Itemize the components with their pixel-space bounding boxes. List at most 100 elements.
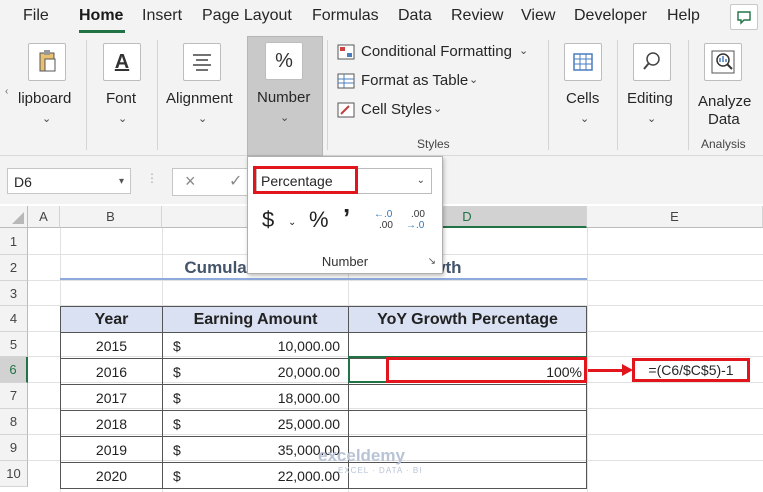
align-lines-icon [183,43,221,81]
styles-group-label: Styles [417,137,450,151]
percent-style-button[interactable]: % [309,207,329,233]
formula-input[interactable]: × ✓ [172,168,254,196]
row-header[interactable]: 1 [0,228,28,255]
paste-icon [28,43,66,81]
comments-button[interactable] [730,4,758,30]
currency-format-button[interactable]: $ [262,207,274,233]
decrease-decimal-button[interactable]: .00 →.0 [406,209,432,235]
tab-file[interactable]: File [23,7,49,25]
year-cell[interactable]: 2018 [60,410,163,437]
currency-symbol: $ [173,338,181,354]
chevron-down-icon: ⌄ [280,112,290,124]
group-divider [157,40,158,150]
analyze-data-button[interactable]: Analyze Data [692,40,758,130]
data-label: Data [708,111,740,128]
tab-insert[interactable]: Insert [142,7,182,25]
font-button[interactable]: A Font ⌄ [92,40,152,130]
currency-symbol: $ [173,364,181,380]
percent-icon: % [265,42,303,80]
search-icon [633,43,671,81]
enter-icon[interactable]: ✓ [229,171,242,191]
chevron-down-icon[interactable]: ▾ [119,169,124,195]
row-header[interactable]: 9 [0,435,28,461]
clipboard-label: lipboard [18,90,72,107]
number-label: Number [257,89,311,106]
growth-cell[interactable] [348,332,587,359]
title-underline [60,278,587,280]
tab-help[interactable]: Help [667,7,700,25]
amount-cell[interactable]: $22,000.00 [162,462,349,489]
tab-home[interactable]: Home [79,7,123,25]
decrease-decimal-icon: →.0 [406,220,425,231]
column-header[interactable]: E [587,206,763,228]
decrease-decimal-digits: .00 [411,209,425,220]
cancel-icon[interactable]: × [185,171,196,192]
year-cell[interactable]: 2019 [60,436,163,463]
alignment-button[interactable]: Alignment ⌄ [162,40,242,130]
format-as-table-button[interactable]: Format as Table ⌄ [336,71,496,93]
chevron-down-icon: ⌄ [42,113,52,125]
group-divider [617,40,618,150]
row-header[interactable]: 10 [0,461,28,487]
cell-styles-button[interactable]: Cell Styles ⌄ [336,100,466,122]
amount-cell[interactable]: $18,000.00 [162,384,349,411]
amount-value: 18,000.00 [277,390,340,406]
year-cell[interactable]: 2017 [60,384,163,411]
name-box[interactable]: D6 ▾ [7,168,131,194]
alignment-label: Alignment [166,90,233,107]
comment-icon [737,11,751,25]
row-header[interactable]: 7 [0,383,28,409]
column-header[interactable]: B [60,206,162,228]
arrow-icon [588,369,624,372]
comma-style-button[interactable]: ’ [343,203,350,234]
chevron-down-icon: ⌄ [433,103,443,115]
row-header[interactable]: 4 [0,306,28,332]
group-divider [86,40,87,150]
year-cell[interactable]: 2020 [60,462,163,489]
table-header[interactable]: Year [60,306,163,333]
amount-cell[interactable]: $10,000.00 [162,332,349,359]
menu-bar: File Home Insert Page Layout Formulas Da… [0,0,763,34]
amount-cell[interactable]: $25,000.00 [162,410,349,437]
row-header[interactable]: 3 [0,281,28,306]
active-tab-indicator [79,30,125,33]
row-header[interactable]: 2 [0,255,28,281]
row-header[interactable]: 8 [0,409,28,435]
table-row: 2018 $25,000.00 [60,410,587,437]
drag-handle-icon[interactable]: ⋮ [146,171,158,185]
ribbon-scroll-left-icon[interactable]: ‹ [5,86,8,97]
number-button[interactable]: % Number ⌄ [247,36,323,156]
highlight-box [386,357,587,383]
clipboard-button[interactable]: lipboard ⌄ [14,40,80,130]
amount-cell[interactable]: $20,000.00 [162,358,349,385]
growth-cell[interactable] [348,384,587,411]
tab-formulas[interactable]: Formulas [312,7,379,25]
row-header-selected[interactable]: 6 [0,357,28,383]
column-header[interactable]: A [28,206,60,228]
select-all-corner[interactable] [0,206,28,228]
currency-symbol: $ [173,416,181,432]
table-header[interactable]: YoY Growth Percentage [348,306,587,333]
table-header[interactable]: Earning Amount [162,306,349,333]
editing-button[interactable]: Editing ⌄ [622,40,680,130]
tab-page-layout[interactable]: Page Layout [202,7,292,25]
tab-developer[interactable]: Developer [574,7,647,25]
tab-view[interactable]: View [521,7,555,25]
table-row: 2017 $18,000.00 [60,384,587,411]
cell-styles-label: Cell Styles [361,101,432,118]
row-header[interactable]: 5 [0,332,28,357]
dialog-launcher-icon[interactable]: ↘ [428,256,436,267]
analysis-group-label: Analysis [701,137,746,151]
conditional-formatting-button[interactable]: Conditional Formatting ⌄ [336,42,536,64]
chevron-down-icon: ⌄ [416,175,425,186]
chevron-down-icon[interactable]: ⌄ [288,217,296,228]
cells-button[interactable]: Cells ⌄ [556,40,612,130]
growth-cell[interactable] [348,410,587,437]
tab-data[interactable]: Data [398,7,432,25]
increase-decimal-button[interactable]: ←.0 .00 [374,209,400,235]
tab-review[interactable]: Review [451,7,503,25]
year-cell[interactable]: 2015 [60,332,163,359]
year-cell[interactable]: 2016 [60,358,163,385]
font-label: Font [106,90,137,107]
chevron-down-icon: ⌄ [647,113,657,125]
